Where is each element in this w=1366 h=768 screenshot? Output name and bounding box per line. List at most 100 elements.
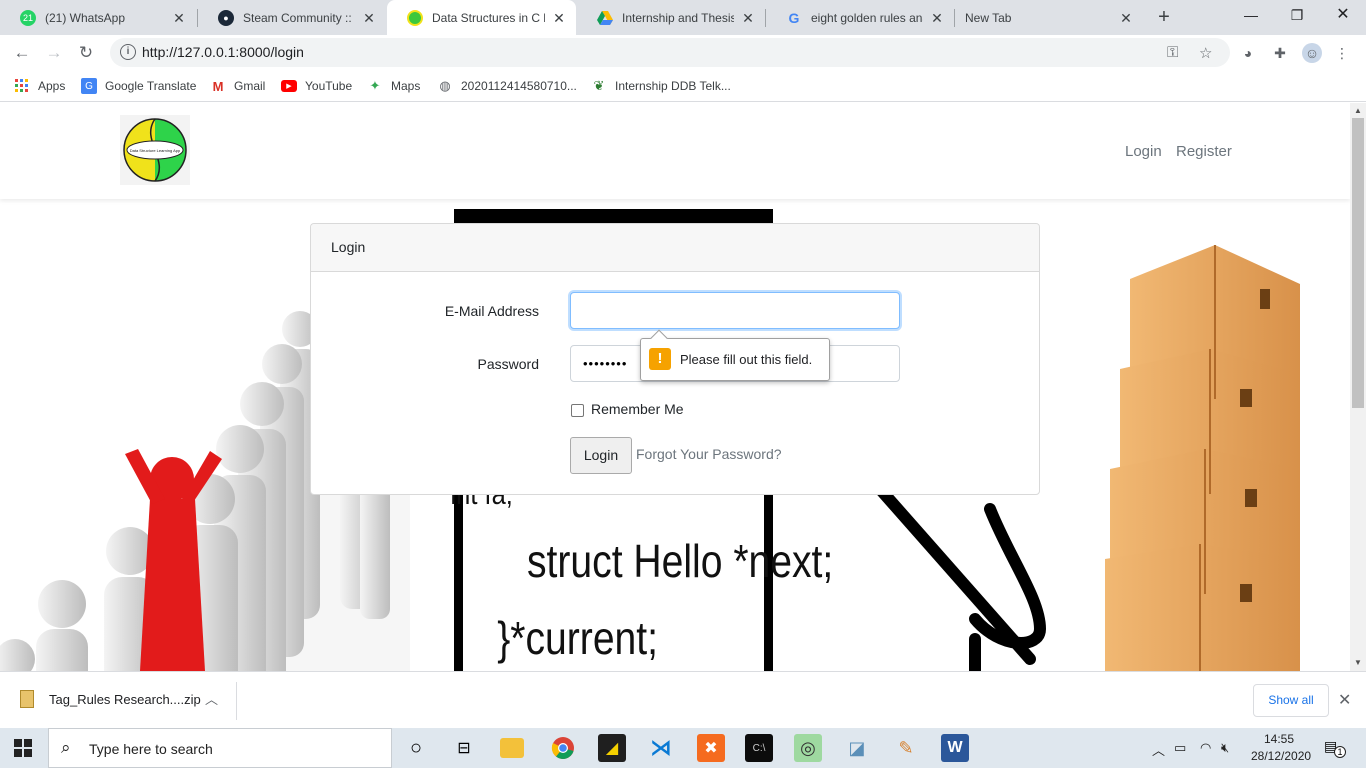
volume-muted-icon[interactable]: 🔇︎ bbox=[1221, 740, 1229, 756]
xampp-icon[interactable]: ✖ bbox=[697, 734, 725, 762]
site-logo-icon bbox=[407, 9, 423, 26]
nav-login-link[interactable]: Login bbox=[1125, 143, 1162, 160]
site-info-icon[interactable]: i bbox=[120, 44, 136, 60]
bookmark-youtube[interactable]: ▶ YouTube bbox=[281, 77, 352, 95]
task-view-icon[interactable]: ⊟ bbox=[450, 734, 478, 762]
globe-icon: ◍ bbox=[439, 78, 451, 93]
paint-icon[interactable]: ✎ bbox=[892, 734, 920, 762]
menu-icon[interactable]: ⋮ bbox=[1332, 43, 1352, 63]
tab-steam[interactable]: ● Steam Community :: Gu ✕ bbox=[198, 0, 386, 35]
sticky-notes-icon[interactable]: ◢ bbox=[598, 734, 626, 762]
chevron-up-icon[interactable]: ︿ bbox=[205, 689, 218, 708]
tab-title: Internship and Thesis B bbox=[622, 10, 734, 25]
scrollbar-thumb[interactable] bbox=[1352, 118, 1364, 408]
back-button[interactable]: ← bbox=[8, 39, 36, 67]
tab-new-tab[interactable]: New Tab ✕ bbox=[955, 0, 1143, 35]
tooltip-message: Please fill out this field. bbox=[680, 352, 813, 367]
address-bar[interactable]: i http://127.0.0.1:8000/login ⚿ ☆ bbox=[110, 38, 1230, 67]
reload-button[interactable]: ↻ bbox=[72, 39, 100, 67]
notification-icon[interactable]: ▤ 1 bbox=[1320, 734, 1348, 762]
terminal-icon[interactable]: C:\ bbox=[745, 734, 773, 762]
clock-time[interactable]: 14:55 bbox=[1264, 732, 1294, 746]
file-explorer-icon[interactable] bbox=[500, 738, 524, 758]
close-icon[interactable]: ✕ bbox=[740, 10, 756, 26]
google-drive-icon bbox=[597, 10, 613, 26]
vscode-icon[interactable]: ⋊ bbox=[647, 734, 675, 762]
bookmark-apps[interactable]: Apps bbox=[14, 77, 65, 95]
minimize-button[interactable]: — bbox=[1228, 0, 1274, 32]
nav-register-link[interactable]: Register bbox=[1176, 143, 1232, 160]
extension-icon[interactable]: ◕ bbox=[1238, 43, 1258, 63]
window-close-button[interactable]: ✕ bbox=[1320, 0, 1366, 32]
apps-grid-icon bbox=[14, 78, 30, 94]
close-icon[interactable]: ✕ bbox=[929, 10, 945, 26]
close-icon[interactable]: ✕ bbox=[171, 10, 187, 26]
notification-count: 1 bbox=[1334, 746, 1346, 758]
tab-google-search[interactable]: G eight golden rules anal ✕ bbox=[766, 0, 954, 35]
logo-text: Data Structure Learning App bbox=[130, 148, 181, 153]
close-icon[interactable]: ✕ bbox=[551, 10, 567, 26]
download-file-name[interactable]: Tag_Rules Research....zip bbox=[49, 692, 201, 707]
login-button[interactable]: Login bbox=[570, 437, 632, 474]
clock-date[interactable]: 28/12/2020 bbox=[1251, 749, 1311, 763]
profile-avatar[interactable]: ☺ bbox=[1302, 43, 1322, 63]
chrome-icon[interactable] bbox=[549, 734, 577, 762]
remember-me-label[interactable]: Remember Me bbox=[591, 401, 684, 417]
url-text[interactable]: http://127.0.0.1:8000/login bbox=[142, 44, 304, 60]
bookmark-label: Maps bbox=[391, 79, 421, 93]
show-all-button[interactable]: Show all bbox=[1253, 684, 1329, 717]
forward-button[interactable]: → bbox=[40, 39, 68, 67]
site-logo[interactable]: Data Structure Learning App bbox=[120, 115, 190, 185]
gmail-icon: M bbox=[212, 78, 224, 94]
tab-whatsapp[interactable]: 21 (21) WhatsApp ✕ bbox=[0, 0, 196, 35]
battery-icon[interactable]: ▭ bbox=[1174, 740, 1186, 756]
bookmarks-bar: Apps G Google Translate M Gmail ▶ YouTub… bbox=[0, 70, 1366, 102]
validation-tooltip: ! Please fill out this field. bbox=[640, 329, 830, 381]
password-label: Password bbox=[477, 356, 539, 372]
tab-data-structures[interactable]: Data Structures in C lan ✕ bbox=[387, 0, 576, 35]
close-icon[interactable]: ✕ bbox=[1338, 690, 1351, 710]
bookmark-gmail[interactable]: M Gmail bbox=[210, 77, 266, 95]
cortana-icon[interactable]: ○ bbox=[402, 734, 430, 762]
app-spiral-icon[interactable]: ◎ bbox=[794, 734, 822, 762]
bookmark-20201124[interactable]: ◍ 2020112414580710... bbox=[437, 77, 577, 95]
restore-button[interactable]: ❐ bbox=[1274, 0, 1320, 32]
bookmark-internship-ddb[interactable]: ❦ Internship DDB Telk... bbox=[591, 77, 731, 95]
bookmark-label: Google Translate bbox=[105, 79, 197, 93]
close-icon[interactable]: ✕ bbox=[1118, 10, 1134, 26]
bookmark-label: YouTube bbox=[305, 79, 353, 93]
page-viewport: Data Structure Learning App Login Regist… bbox=[0, 103, 1350, 671]
bookmark-star-icon[interactable]: ☆ bbox=[1199, 44, 1212, 62]
stacked-boxes bbox=[1105, 245, 1300, 671]
bookmark-google-translate[interactable]: G Google Translate bbox=[81, 77, 196, 95]
taskbar-search-box[interactable]: ⌕ Type here to search bbox=[48, 728, 392, 768]
email-field[interactable] bbox=[570, 292, 900, 329]
login-card-header: Login bbox=[311, 224, 1039, 272]
close-icon[interactable]: ✕ bbox=[361, 10, 377, 26]
puzzle-icon[interactable]: ✚ bbox=[1270, 43, 1290, 63]
download-shelf: Tag_Rules Research....zip ︿ Show all ✕ bbox=[0, 671, 1366, 728]
download-item[interactable]: Tag_Rules Research....zip ︿ bbox=[12, 682, 237, 720]
email-label: E-Mail Address bbox=[444, 303, 539, 319]
chevron-up-icon[interactable]: ︿ bbox=[1152, 740, 1165, 759]
search-placeholder: Type here to search bbox=[89, 741, 213, 757]
bookmark-label: Apps bbox=[38, 79, 66, 93]
remember-me-checkbox[interactable] bbox=[571, 404, 584, 417]
word-icon[interactable]: W bbox=[941, 734, 969, 762]
windows-start-icon[interactable] bbox=[14, 739, 32, 757]
scroll-up-icon[interactable]: ▲ bbox=[1354, 106, 1362, 115]
tab-title: eight golden rules anal bbox=[811, 10, 923, 25]
scroll-down-icon[interactable]: ▼ bbox=[1354, 658, 1362, 667]
wifi-icon[interactable]: ◠ bbox=[1200, 740, 1211, 756]
app-notepad-icon[interactable]: ◪ bbox=[843, 734, 871, 762]
tab-title: Steam Community :: Gu bbox=[243, 10, 355, 25]
bookmark-label: Gmail bbox=[234, 79, 266, 93]
tab-google-drive[interactable]: Internship and Thesis B ✕ bbox=[577, 0, 765, 35]
bookmark-maps[interactable]: ✦ Maps bbox=[367, 77, 421, 95]
page-scrollbar[interactable]: ▲ ▼ bbox=[1350, 103, 1366, 671]
key-icon[interactable]: ⚿ bbox=[1167, 44, 1178, 61]
forgot-password-link[interactable]: Forgot Your Password? bbox=[636, 446, 782, 462]
bookmark-label: Internship DDB Telk... bbox=[615, 79, 731, 93]
leaf-icon: ❦ bbox=[593, 78, 605, 93]
new-tab-button[interactable]: + bbox=[1153, 7, 1175, 29]
